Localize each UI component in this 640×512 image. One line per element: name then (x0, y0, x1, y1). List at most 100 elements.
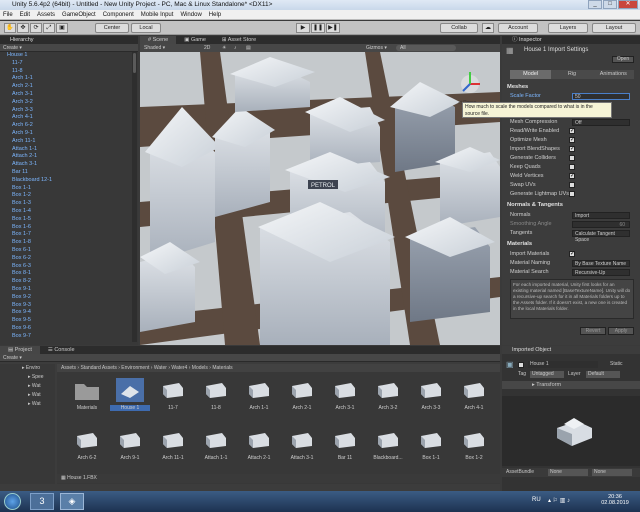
read-write-checkbox[interactable] (569, 127, 575, 134)
hierarchy-item[interactable]: Arch 4-1 (7, 114, 138, 122)
tab-rig[interactable]: Rig (551, 70, 593, 79)
hierarchy-item[interactable]: Box 1-1 (7, 185, 138, 193)
assetbundle-variant-dropdown[interactable]: None (592, 469, 632, 476)
asset-item[interactable]: Arch 3-2 (368, 378, 408, 418)
swap-uvs-checkbox[interactable] (569, 182, 575, 188)
hierarchy-item[interactable]: Arch 3-1 (7, 91, 138, 99)
scene-search-input[interactable]: All (396, 45, 456, 51)
project-tree-folder[interactable]: ▸ Wat (0, 400, 55, 409)
language-indicator[interactable]: RU (532, 497, 541, 503)
hierarchy-item[interactable]: Box 9-7 (7, 333, 138, 341)
menu-window[interactable]: Window (180, 10, 201, 19)
hierarchy-item[interactable]: Box 9-3 (7, 302, 138, 310)
close-button[interactable]: ✕ (618, 0, 638, 9)
model-preview[interactable] (502, 396, 640, 466)
hierarchy-item[interactable]: Arch 9-1 (7, 130, 138, 138)
asset-item[interactable]: Arch 3-3 (411, 378, 451, 418)
collab-button[interactable]: Collab (440, 23, 478, 33)
hierarchy-item[interactable]: 11-8 (7, 68, 138, 76)
tag-dropdown[interactable]: Untagged (530, 371, 564, 378)
start-button-icon[interactable] (4, 493, 21, 510)
clock[interactable]: 20:36 02.08.2019 (600, 494, 630, 506)
project-create-button[interactable]: Create (3, 355, 18, 361)
pause-button-icon[interactable]: ❚❚ (311, 23, 325, 33)
account-dropdown[interactable]: Account (498, 23, 538, 33)
tangents-dropdown[interactable]: Calculate Tangent Space (572, 230, 630, 243)
asset-item[interactable]: 11-8 (196, 378, 236, 418)
imported-name-field[interactable]: House 1 (528, 361, 598, 368)
rotate-tool-icon[interactable]: ⟳ (30, 23, 42, 33)
hierarchy-item[interactable]: Box 6-1 (7, 247, 138, 255)
transform-component-header[interactable]: ▸ Transform (502, 381, 640, 389)
asset-item[interactable]: Arch 11-1 (153, 428, 193, 468)
asset-item[interactable]: Arch 1-1 (239, 378, 279, 418)
smoothing-angle-slider[interactable]: 60 (572, 221, 630, 228)
maximize-button[interactable]: □ (603, 0, 617, 9)
tab-model[interactable]: Model (510, 70, 552, 79)
hierarchy-item[interactable]: Arch 11-1 (7, 138, 138, 146)
project-tree-folder[interactable]: ▸ Wat (0, 391, 55, 400)
asset-item[interactable]: Box 1-2 (454, 428, 494, 468)
generate-lightmap-checkbox[interactable] (569, 191, 575, 197)
hierarchy-item[interactable]: Box 1-8 (7, 239, 138, 247)
menu-edit[interactable]: Edit (20, 10, 30, 19)
layout-dropdown[interactable]: Layout (592, 23, 636, 33)
asset-item[interactable]: Arch 3-1 (325, 378, 365, 418)
asset-item[interactable]: Attach 1-1 (196, 428, 236, 468)
import-blendshapes-checkbox[interactable] (569, 145, 575, 152)
unity-taskbar-icon[interactable]: ◈ (60, 493, 84, 510)
hierarchy-item[interactable]: Attach 3-1 (7, 161, 138, 169)
assetbundle-dropdown[interactable]: None (548, 469, 588, 476)
asset-item[interactable]: Attach 3-1 (282, 428, 322, 468)
hierarchy-item[interactable]: Box 9-2 (7, 294, 138, 302)
hierarchy-item[interactable]: Box 1-5 (7, 216, 138, 224)
weld-vertices-checkbox[interactable] (569, 172, 575, 179)
asset-item[interactable]: Blackboard... (368, 428, 408, 468)
hierarchy-item[interactable]: Bar 11 (7, 169, 138, 177)
normals-dropdown[interactable]: Import (572, 212, 630, 219)
menu-gameobject[interactable]: GameObject (62, 10, 96, 19)
hierarchy-item[interactable]: Attach 1-1 (7, 146, 138, 154)
asset-item[interactable]: Arch 6-2 (67, 428, 107, 468)
hierarchy-item[interactable]: Box 9-5 (7, 317, 138, 325)
hierarchy-item[interactable]: Attach 2-1 (7, 153, 138, 161)
project-breadcrumb[interactable]: Assets › Standard Assets › Environment ›… (57, 364, 500, 372)
material-search-dropdown[interactable]: Recursive-Up (572, 269, 630, 276)
hierarchy-item[interactable]: Box 1-3 (7, 200, 138, 208)
asset-item[interactable]: House 1 (110, 378, 150, 418)
move-tool-icon[interactable]: ✥ (17, 23, 29, 33)
scale-tool-icon[interactable]: ⤢ (43, 23, 55, 33)
audio-icon[interactable]: ♪ (234, 44, 237, 52)
apply-button[interactable]: Apply (608, 327, 634, 335)
layers-dropdown[interactable]: Layers (548, 23, 588, 33)
hierarchy-item[interactable]: Blackboard 12-1 (7, 177, 138, 185)
menu-mobile-input[interactable]: Mobile Input (141, 10, 174, 19)
menu-help[interactable]: Help (209, 10, 221, 19)
keep-quads-checkbox[interactable] (569, 164, 575, 170)
asset-item[interactable]: Bar 11 (325, 428, 365, 468)
hierarchy-item[interactable]: Box 1-6 (7, 224, 138, 232)
hierarchy-root-item[interactable]: House 1 (7, 52, 138, 60)
menu-component[interactable]: Component (103, 10, 134, 19)
hierarchy-item[interactable]: Box 1-4 (7, 208, 138, 216)
asset-item[interactable]: Arch 9-1 (110, 428, 150, 468)
import-materials-checkbox[interactable] (569, 250, 575, 257)
2d-toggle[interactable]: 2D (204, 44, 210, 52)
project-tree-folder[interactable]: ▸ Enviro (0, 364, 55, 373)
cloud-icon[interactable]: ☁ (482, 23, 494, 33)
tray-icons[interactable]: ▴ ⚐ ▥ ♪ (548, 497, 570, 504)
inspector-tab[interactable]: ⓘ Inspector (502, 36, 640, 44)
layer-dropdown[interactable]: Default (586, 371, 620, 378)
hierarchy-item[interactable]: Box 6-3 (7, 263, 138, 271)
material-naming-dropdown[interactable]: By Base Texture Name (572, 260, 630, 267)
static-toggle[interactable]: Static (610, 361, 623, 367)
hierarchy-item[interactable]: Box 8-2 (7, 278, 138, 286)
scene-viewport[interactable]: PETROL ◁ Persp (140, 52, 500, 345)
asset-item[interactable]: 11-7 (153, 378, 193, 418)
pivot-local-button[interactable]: Local (131, 23, 161, 33)
tab-project[interactable]: ▤ Project (0, 346, 40, 354)
gizmos-dropdown[interactable]: Gizmos ▾ (366, 44, 387, 52)
play-button-icon[interactable]: ▶ (296, 23, 310, 33)
tab-asset-store[interactable]: ⊞ Asset Store (214, 36, 264, 44)
hierarchy-item[interactable]: Box 8-1 (7, 270, 138, 278)
